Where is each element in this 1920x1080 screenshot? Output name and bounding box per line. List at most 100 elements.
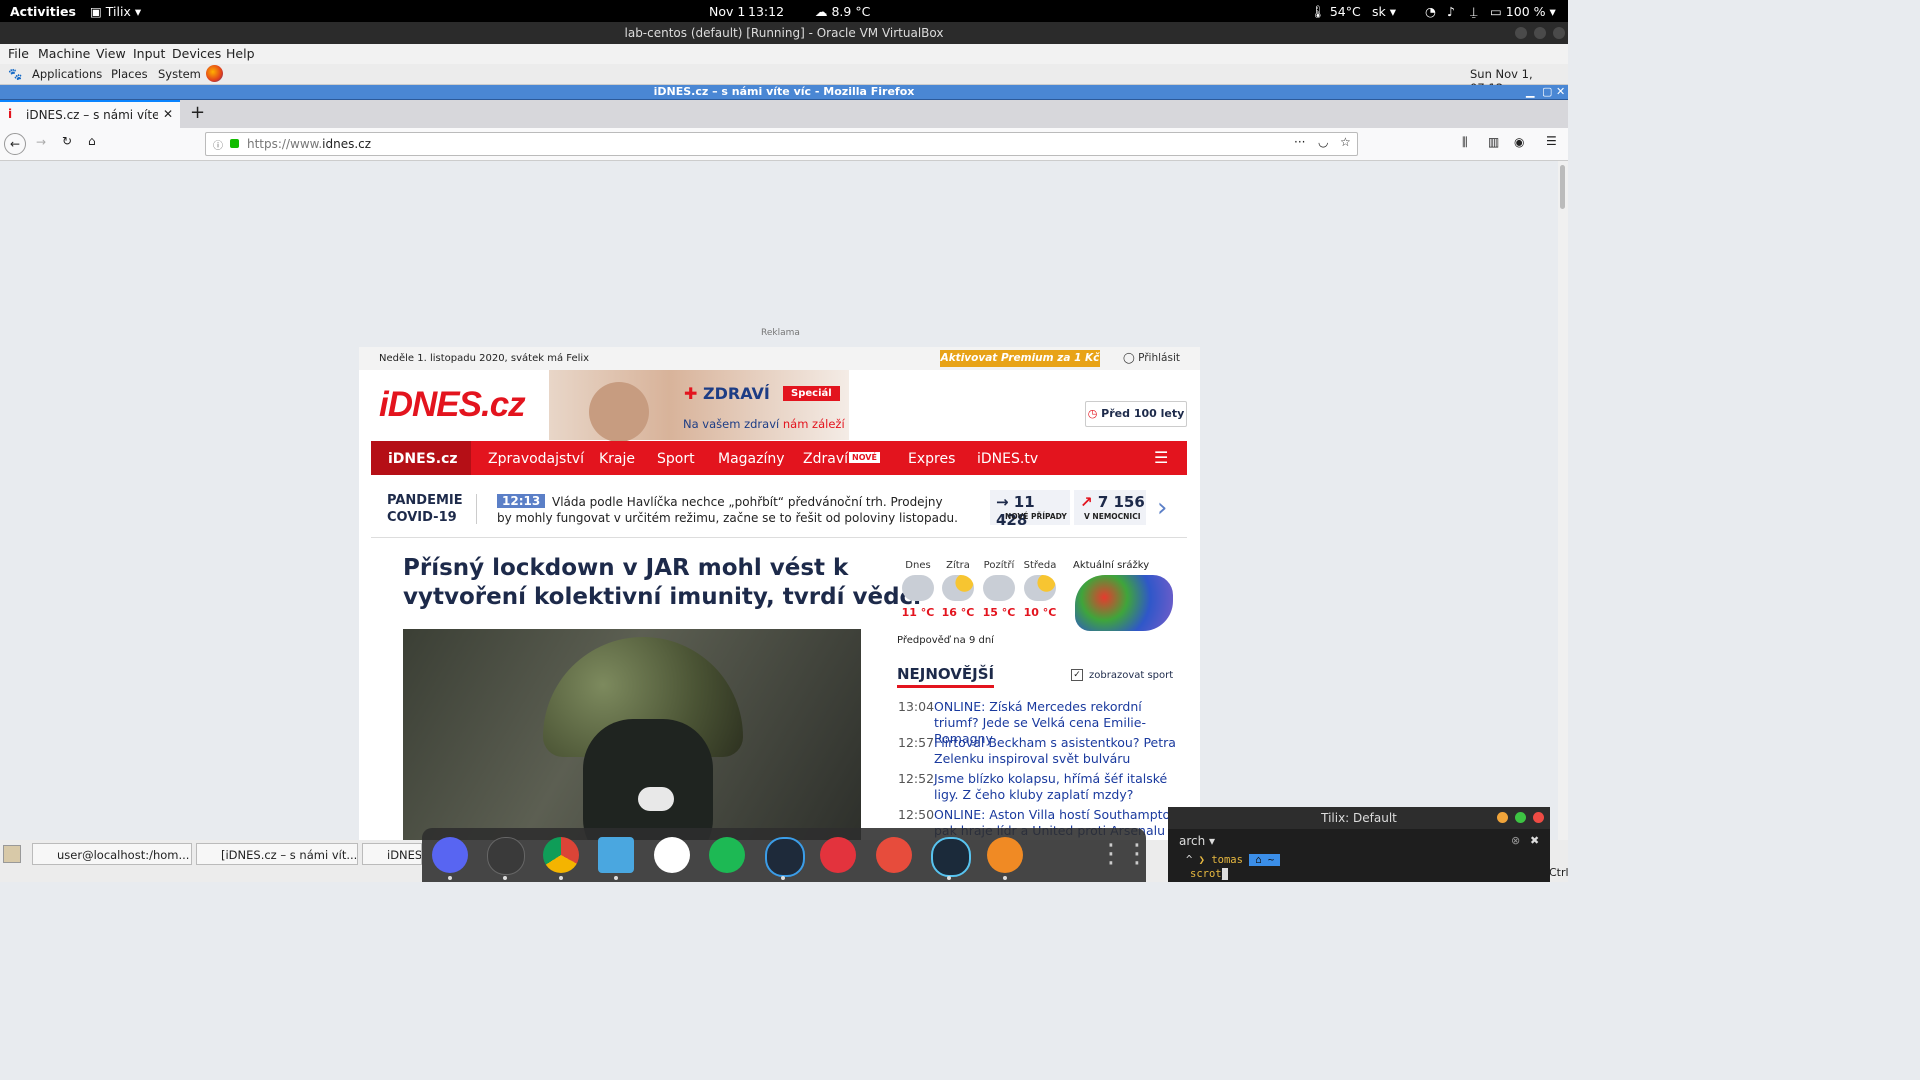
- tilix-minimize-button[interactable]: [1497, 812, 1508, 823]
- ff-close-button[interactable]: ✕: [1556, 85, 1565, 99]
- rain-cloud-icon[interactable]: [983, 575, 1015, 601]
- date-label[interactable]: Nov 1: [709, 4, 745, 19]
- page-actions-icon[interactable]: ···: [1294, 135, 1305, 149]
- app-menu[interactable]: ▣ Tilix ▾: [90, 4, 141, 19]
- info-icon[interactable]: ⓘ: [213, 137, 223, 152]
- tilix-session-selector[interactable]: arch ▾: [1179, 834, 1215, 848]
- nav-magaziny[interactable]: Magazíny: [718, 451, 785, 467]
- battery-indicator[interactable]: ▭ 100 % ▾: [1490, 4, 1556, 19]
- radar-map[interactable]: [1075, 575, 1173, 631]
- close-button[interactable]: [1553, 27, 1565, 39]
- tilix-settings-icon[interactable]: ⊗: [1511, 834, 1520, 847]
- nav-sport[interactable]: Sport: [657, 451, 695, 467]
- nav-kraje[interactable]: Kraje: [599, 451, 635, 467]
- menu-machine[interactable]: Machine: [38, 46, 90, 61]
- command-line[interactable]: scrot_: [1190, 868, 1228, 880]
- bookmark-star-icon[interactable]: ☆: [1340, 135, 1351, 149]
- browser-tab[interactable]: i iDNES.cz – s námi víte ví ✕: [0, 100, 180, 128]
- nav-home[interactable]: iDNES.cz: [388, 451, 458, 467]
- firefox-launcher-icon[interactable]: [206, 65, 223, 82]
- chrome-icon[interactable]: [543, 837, 579, 873]
- virtualbox-icon[interactable]: [931, 837, 971, 877]
- taskbar-firefox-1[interactable]: [iDNES.cz – s námi vít...: [196, 843, 358, 865]
- terminal-icon[interactable]: [487, 837, 525, 875]
- gnome-foot-icon[interactable]: 🐾: [8, 67, 22, 81]
- mic-icon[interactable]: ⍊: [1470, 4, 1478, 20]
- reload-button[interactable]: ↻: [62, 134, 72, 148]
- new-tab-button[interactable]: +: [190, 102, 205, 123]
- sun-cloud-icon[interactable]: [1024, 575, 1056, 601]
- health-banner[interactable]: ✚ ZDRAVÍ Speciál Na vašem zdraví nám zál…: [549, 370, 849, 442]
- sun-cloud-icon[interactable]: [942, 575, 974, 601]
- nav-menu-icon[interactable]: ☰: [1154, 448, 1168, 467]
- home-button[interactable]: ⌂: [88, 134, 96, 148]
- menu-view[interactable]: View: [96, 46, 126, 61]
- hamburger-menu-icon[interactable]: ☰: [1546, 134, 1557, 148]
- scrollbar[interactable]: [1558, 161, 1568, 882]
- sport-checkbox[interactable]: ✓: [1071, 669, 1083, 681]
- nav-zdravi[interactable]: Zdraví: [803, 451, 848, 467]
- tilix-close-terminal-icon[interactable]: ✖: [1530, 834, 1539, 847]
- minimize-button[interactable]: [1515, 27, 1527, 39]
- lock-icon[interactable]: [230, 139, 239, 148]
- spotify-icon[interactable]: [709, 837, 745, 873]
- taskbar-terminal[interactable]: user@localhost:/hom...: [32, 843, 192, 865]
- rain-cloud-icon[interactable]: [902, 575, 934, 601]
- nav-idnes-tv[interactable]: iDNES.tv: [977, 451, 1038, 467]
- ff-minimize-button[interactable]: ▁: [1526, 85, 1534, 99]
- activities-button[interactable]: Activities: [10, 4, 76, 19]
- premium-button[interactable]: Aktivovat Premium za 1 Kč: [940, 350, 1100, 367]
- login-link[interactable]: ◯ Přihlásit: [1123, 352, 1180, 364]
- app-grid-icon[interactable]: ⋮⋮: [1098, 837, 1150, 873]
- keyboard-layout[interactable]: sk ▾: [1372, 4, 1396, 19]
- menu-help[interactable]: Help: [226, 46, 255, 61]
- nav-expres[interactable]: Expres: [908, 451, 955, 467]
- url-bar[interactable]: ⓘ https://www.idnes.cz ··· ◡ ☆: [205, 132, 1358, 156]
- covid-text-1[interactable]: Vláda podle Havlíčka nechce „pohřbít“ př…: [552, 495, 943, 509]
- headline-line-1[interactable]: Přísný lockdown v JAR mohl vést k: [403, 555, 848, 581]
- mail-icon[interactable]: [820, 837, 856, 873]
- forward-button[interactable]: →: [36, 135, 46, 149]
- tilix-window[interactable]: Tilix: Default arch ▾ ⊗ ✖ ^ ❯ tomas ⌂ ~ …: [1168, 807, 1550, 882]
- places-menu[interactable]: Places: [111, 67, 148, 81]
- files-icon[interactable]: [598, 837, 634, 873]
- forecast-link[interactable]: Předpověď na 9 dní: [897, 635, 994, 646]
- tab-close-icon[interactable]: ✕: [163, 107, 173, 121]
- hospital-box[interactable]: ↗ 7 156 V NEMOCNICI: [1074, 490, 1146, 525]
- covid-text-2[interactable]: by mohly fungovat v určitém režimu, začn…: [497, 511, 958, 525]
- volume-icon[interactable]: ♪: [1447, 4, 1455, 19]
- vlc-icon[interactable]: [987, 837, 1023, 873]
- sport-toggle-label[interactable]: zobrazovat sport: [1089, 670, 1173, 681]
- taskbar-firefox-2[interactable]: iDNES.cz – s námi: [362, 843, 422, 865]
- maximize-button[interactable]: [1534, 27, 1546, 39]
- discord-icon[interactable]: [432, 837, 468, 873]
- ff-maximize-button[interactable]: ▢: [1542, 85, 1552, 99]
- menu-input[interactable]: Input: [133, 46, 165, 61]
- vscode-icon[interactable]: [765, 837, 805, 877]
- editor-pencil-icon[interactable]: [876, 837, 912, 873]
- news-item-3[interactable]: Jsme blízko kolapsu, hřímá šéf italské l…: [934, 771, 1184, 803]
- nav-zpravodajstvi[interactable]: Zpravodajství: [488, 451, 584, 467]
- system-menu[interactable]: System: [158, 67, 201, 81]
- new-cases-box[interactable]: → 11 428 NOVÉ PŘÍPADY: [990, 490, 1070, 529]
- tilix-close-button[interactable]: [1533, 812, 1544, 823]
- library-icon[interactable]: ⫼: [1462, 135, 1468, 150]
- sidebar-icon[interactable]: ▥: [1488, 135, 1499, 149]
- headline-line-2[interactable]: vytvoření kolektivní imunity, tvrdí vědc…: [403, 584, 921, 610]
- wifi-icon[interactable]: ◔: [1425, 4, 1436, 19]
- pocket-icon[interactable]: ◡: [1318, 135, 1328, 149]
- temperature-indicator[interactable]: 🌡 54°C: [1310, 4, 1361, 20]
- menu-file[interactable]: File: [8, 46, 29, 61]
- menu-devices[interactable]: Devices: [172, 46, 221, 61]
- covid-next-chevron-icon[interactable]: ›: [1157, 493, 1167, 523]
- slack-icon[interactable]: [654, 837, 690, 873]
- applications-menu[interactable]: Applications: [32, 67, 102, 81]
- weather-indicator[interactable]: ☁ 8.9 °C: [815, 4, 870, 19]
- news-item-2[interactable]: Flirtoval Beckham s asistentkou? Petra Z…: [934, 735, 1184, 767]
- site-logo[interactable]: iDNES.cz: [379, 385, 526, 425]
- history-button[interactable]: ◷ Před 100 lety: [1085, 401, 1187, 427]
- account-icon[interactable]: ◉: [1514, 135, 1524, 149]
- time-label[interactable]: 13:12: [748, 4, 784, 19]
- scrollbar-thumb[interactable]: [1560, 165, 1565, 209]
- show-desktop-icon[interactable]: [3, 845, 21, 863]
